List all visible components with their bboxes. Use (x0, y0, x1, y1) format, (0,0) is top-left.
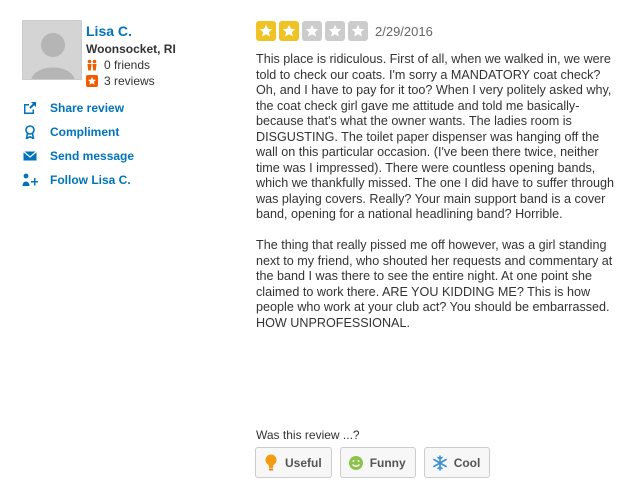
follow-icon (22, 172, 38, 188)
rating-row: 2/29/2016 (256, 20, 616, 42)
compliment-link[interactable]: Compliment (22, 120, 222, 144)
lightbulb-icon (263, 454, 279, 472)
review-date: 2/29/2016 (375, 23, 433, 39)
cool-label: Cool (453, 455, 481, 470)
compliment-label: Compliment (50, 125, 120, 139)
share-review-label: Share review (50, 101, 125, 115)
review-star-icon (86, 75, 98, 87)
share-icon (22, 100, 38, 116)
snowflake-icon (432, 454, 448, 472)
review: 2/29/2016 This place is ridiculous. Firs… (256, 20, 616, 347)
star-empty-icon (348, 21, 368, 41)
star-empty-icon (325, 21, 345, 41)
friends-count: 0 friends (104, 58, 151, 72)
review-paragraph: The thing that really pissed me off howe… (256, 238, 613, 330)
funny-label: Funny (369, 455, 406, 470)
review-paragraph: This place is ridiculous. First of all, … (256, 52, 614, 221)
send-message-label: Send message (50, 149, 135, 163)
follow-user-label: Follow Lisa C. (50, 173, 131, 187)
cool-button[interactable]: Cool (423, 447, 491, 478)
review-body: This place is ridiculous. First of all, … (256, 52, 616, 331)
compliment-icon (22, 124, 38, 140)
default-avatar-icon (23, 21, 81, 79)
user-location: Woonsocket, RI (86, 42, 176, 56)
vote-buttons: Useful Funny Cool (255, 447, 498, 478)
star-filled-icon (279, 21, 299, 41)
follow-user-link[interactable]: Follow Lisa C. (22, 168, 222, 192)
vote-question: Was this review ...? (256, 428, 360, 442)
star-filled-icon (256, 21, 276, 41)
user-info: Lisa C. Woonsocket, RI 0 friends 3 revie… (86, 23, 226, 88)
envelope-icon (22, 148, 38, 164)
friends-stat: 0 friends (86, 58, 226, 72)
useful-label: Useful (285, 455, 322, 470)
send-message-link[interactable]: Send message (22, 144, 222, 168)
user-actions: Share review Compliment Send message Fol… (22, 96, 222, 192)
user-name[interactable]: Lisa C. (86, 23, 226, 39)
funny-button[interactable]: Funny (339, 447, 416, 478)
star-rating (256, 21, 371, 41)
reviews-stat: 3 reviews (86, 74, 226, 88)
share-review-link[interactable]: Share review (22, 96, 222, 120)
reviews-count: 3 reviews (104, 74, 155, 88)
friends-icon (86, 59, 98, 71)
star-empty-icon (302, 21, 322, 41)
avatar[interactable] (22, 20, 82, 80)
smiley-icon (348, 454, 364, 472)
useful-button[interactable]: Useful (255, 447, 332, 478)
